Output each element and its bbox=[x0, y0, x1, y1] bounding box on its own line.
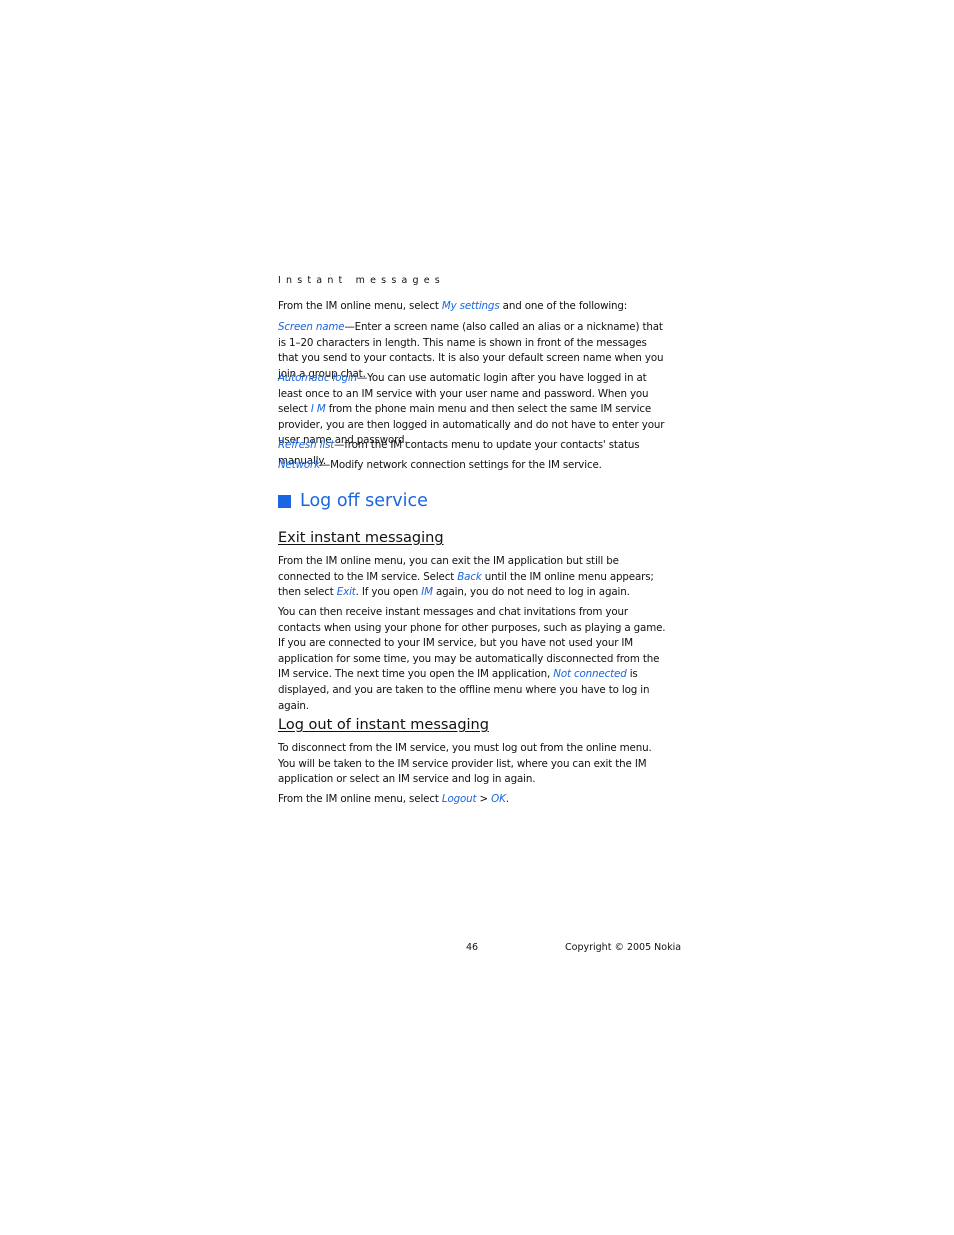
text: . If you open bbox=[355, 586, 422, 599]
logout-paragraph-2: From the IM online menu, select Logout >… bbox=[278, 792, 670, 808]
text: again, you do not need to log in again. bbox=[432, 586, 630, 599]
exit-paragraph-2: You can then receive instant messages an… bbox=[278, 605, 670, 714]
ok-link[interactable]: OK bbox=[491, 793, 506, 805]
intro-text-end: and one of the following: bbox=[499, 300, 628, 312]
intro-paragraph: From the IM online menu, select My setti… bbox=[278, 299, 670, 315]
logout-heading: Log out of instant messaging bbox=[278, 717, 489, 733]
copyright: Copyright © 2005 Nokia bbox=[565, 942, 682, 953]
logout-paragraph-1: To disconnect from the IM service, you m… bbox=[278, 741, 670, 788]
square-bullet-icon bbox=[278, 494, 291, 508]
section-title: Log off service bbox=[278, 491, 428, 511]
section-title-text: Log off service bbox=[300, 491, 428, 511]
network-description: —Modify network connection settings for … bbox=[319, 459, 602, 471]
back-link[interactable]: Back bbox=[457, 571, 482, 583]
text: . bbox=[505, 793, 509, 805]
im-link[interactable]: IM bbox=[421, 586, 433, 598]
intro-text: From the IM online menu, select bbox=[278, 300, 442, 312]
refresh-list-link[interactable]: Refresh list bbox=[278, 439, 334, 451]
setting-network: Network—Modify network connection settin… bbox=[278, 458, 670, 474]
exit-heading: Exit instant messaging bbox=[278, 530, 444, 546]
im-link[interactable]: I M bbox=[311, 403, 326, 415]
separator: > bbox=[476, 793, 492, 805]
exit-paragraph-1: From the IM online menu, you can exit th… bbox=[278, 554, 670, 601]
page-number: 46 bbox=[466, 942, 479, 953]
screen-name-link[interactable]: Screen name bbox=[278, 321, 345, 333]
logout-text: To disconnect from the IM service, you m… bbox=[278, 742, 652, 786]
exit-link[interactable]: Exit bbox=[337, 586, 356, 598]
my-settings-link[interactable]: My settings bbox=[442, 300, 500, 312]
not-connected-link[interactable]: Not connected bbox=[553, 668, 626, 680]
logout-link[interactable]: Logout bbox=[442, 793, 477, 805]
network-link[interactable]: Network bbox=[278, 459, 320, 471]
automatic-login-link[interactable]: Automatic login bbox=[278, 372, 357, 384]
running-head: Instant messages bbox=[278, 275, 445, 286]
text: From the IM online menu, select bbox=[278, 793, 442, 805]
